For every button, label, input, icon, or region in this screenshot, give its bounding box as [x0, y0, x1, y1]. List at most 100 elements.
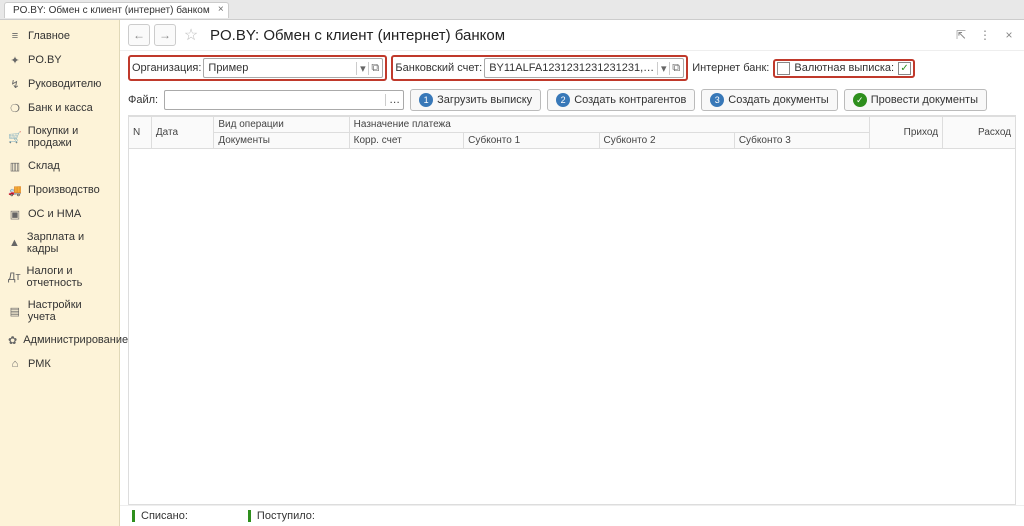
sidebar-item-label: Налоги и отчетность: [27, 265, 112, 289]
sidebar-item-label: Зарплата и кадры: [27, 231, 111, 255]
favorite-icon[interactable]: ☆: [180, 24, 202, 46]
file-browse-icon[interactable]: …: [385, 94, 403, 106]
tab-title: PO.BY: Обмен с клиент (интернет) банком: [13, 5, 210, 16]
btn-label: Загрузить выписку: [437, 94, 532, 106]
sidebar-item-bank[interactable]: ❍ Банк и касса: [0, 96, 119, 120]
grid-body[interactable]: [128, 149, 1016, 505]
sidebar-item-label: Главное: [28, 30, 70, 42]
back-button[interactable]: ←: [128, 24, 150, 46]
check-icon: ✓: [853, 93, 867, 107]
sidebar: ≡ Главное ✦ PO.BY ↯Руководителю ❍ Банк и ка…: [0, 20, 120, 526]
tabbar: PO.BY: Обмен с клиент (интернет) банком …: [0, 0, 1024, 20]
btn-label: Создать контрагентов: [574, 94, 686, 106]
sidebar-item-label: ОС и НМА: [28, 208, 81, 220]
sidebar-item-tax[interactable]: Дт Налоги и отчетность: [0, 260, 119, 294]
footer: Списано: Поступило:: [120, 505, 1024, 526]
sidebar-item-production[interactable]: 🚚 Производство: [0, 178, 119, 202]
currency-label: Валютная выписка:: [794, 62, 894, 74]
create-contractors-button[interactable]: 2 Создать контрагентов: [547, 89, 695, 111]
open-icon[interactable]: ⧉: [368, 62, 378, 75]
col-date[interactable]: Дата: [151, 117, 213, 149]
spisano-label: Списано:: [132, 510, 188, 522]
create-documents-button[interactable]: 3 Создать документы: [701, 89, 837, 111]
boxes-icon: ▥: [8, 159, 22, 173]
sidebar-item-main[interactable]: ≡ Главное: [0, 24, 119, 48]
truck-icon: 🚚: [8, 183, 22, 197]
postupilo-label: Поступило:: [248, 510, 315, 522]
step1-icon: 1: [419, 93, 433, 107]
sidebar-item-label: Банк и касса: [28, 102, 93, 114]
col-docs[interactable]: Документы: [214, 133, 349, 149]
page-title: PO.BY: Обмен с клиент (интернет) банком: [210, 27, 950, 44]
col-sub3[interactable]: Субконто 3: [734, 133, 869, 149]
sidebar-item-sales[interactable]: 🛒 Покупки и продажи: [0, 120, 119, 154]
sidebar-item-assets[interactable]: ▣ ОС и НМА: [0, 202, 119, 226]
col-sub1[interactable]: Субконто 1: [464, 133, 599, 149]
sidebar-item-manager[interactable]: ↯Руководителю: [0, 72, 119, 96]
chevron-down-icon[interactable]: ▾: [657, 62, 667, 75]
sidebar-item-admin[interactable]: ✿Администрирование: [0, 328, 119, 352]
sidebar-item-settings[interactable]: ▤ Настройки учета: [0, 294, 119, 328]
sidebar-item-label: Производство: [28, 184, 100, 196]
sidebar-item-rmk[interactable]: ⌂ РМК: [0, 352, 119, 376]
org-select[interactable]: Пример ▾ ⧉: [203, 58, 383, 78]
btn-label: Создать документы: [728, 94, 828, 106]
col-expense[interactable]: Расход: [943, 117, 1016, 149]
bank-filter-group: Банковский счет: BY11ALFA123123123123123…: [391, 55, 688, 81]
forward-button[interactable]: →: [154, 24, 176, 46]
col-purpose[interactable]: Назначение платежа: [349, 117, 870, 133]
sidebar-item-label: Руководителю: [28, 78, 101, 90]
actions-row: Файл: … 1 Загрузить выписку 2 Создать конт…: [120, 85, 1024, 115]
col-korr[interactable]: Корр. счет: [349, 133, 464, 149]
step2-icon: 2: [556, 93, 570, 107]
chevron-down-icon[interactable]: ▾: [356, 62, 366, 75]
post-documents-button[interactable]: ✓ Провести документы: [844, 89, 987, 111]
load-statement-button[interactable]: 1 Загрузить выписку: [410, 89, 541, 111]
org-value: Пример: [208, 62, 354, 74]
sidebar-item-label: РМК: [28, 358, 51, 370]
file-input[interactable]: …: [164, 90, 404, 110]
building-icon: ▣: [8, 207, 22, 221]
col-sub2[interactable]: Субконто 2: [599, 133, 734, 149]
wallet-icon: ❍: [8, 101, 22, 115]
link-icon[interactable]: ⇱: [954, 28, 968, 42]
org-filter-group: Организация: Пример ▾ ⧉: [128, 55, 387, 81]
internet-checkbox[interactable]: [777, 62, 790, 75]
sidebar-item-label: Склад: [28, 160, 60, 172]
pos-icon: ⌂: [8, 357, 22, 371]
grid: N Дата Вид операции Назначение платежа П…: [128, 115, 1016, 505]
btn-label: Провести документы: [871, 94, 978, 106]
filters-row: Организация: Пример ▾ ⧉ Банковский счет:…: [120, 51, 1024, 85]
sidebar-item-label: Администрирование: [23, 334, 128, 346]
tab-exchange[interactable]: PO.BY: Обмен с клиент (интернет) банком …: [4, 2, 229, 18]
close-icon[interactable]: ×: [1002, 28, 1016, 42]
step3-icon: 3: [710, 93, 724, 107]
table-header-1: N Дата Вид операции Назначение платежа П…: [129, 117, 1016, 133]
open-icon[interactable]: ⧉: [669, 62, 679, 75]
sidebar-item-salary[interactable]: ▲ Зарплата и кадры: [0, 226, 119, 260]
sidebar-item-label: Настройки учета: [28, 299, 111, 323]
col-income[interactable]: Приход: [870, 117, 943, 149]
sidebar-item-label: Покупки и продажи: [28, 125, 111, 149]
debit-icon: Дт: [8, 270, 21, 284]
org-label: Организация:: [132, 62, 201, 74]
person-icon: ▲: [8, 236, 21, 250]
col-op[interactable]: Вид операции: [214, 117, 349, 133]
bank-label: Банковский счет:: [395, 62, 482, 74]
col-n[interactable]: N: [129, 117, 152, 149]
internet-label: Интернет банк:: [692, 62, 769, 74]
more-icon[interactable]: ⋮: [978, 28, 992, 42]
sidebar-item-label: PO.BY: [28, 54, 62, 66]
currency-checkbox[interactable]: ✓: [898, 62, 911, 75]
cart-icon: 🛒: [8, 130, 22, 144]
gear-icon: ✿: [8, 333, 17, 347]
file-label: Файл:: [128, 94, 158, 106]
doc-icon: ▤: [8, 304, 22, 318]
star-icon: ✦: [8, 53, 22, 67]
sidebar-item-warehouse[interactable]: ▥ Склад: [0, 154, 119, 178]
menu-icon: ≡: [8, 29, 22, 43]
bank-value: BY11ALFA1231231231231231, ЗАО "Альфа-Бан…: [489, 62, 655, 74]
tab-close-icon[interactable]: ×: [218, 4, 224, 15]
sidebar-item-poby[interactable]: ✦ PO.BY: [0, 48, 119, 72]
bank-select[interactable]: BY11ALFA1231231231231231, ЗАО "Альфа-Бан…: [484, 58, 684, 78]
